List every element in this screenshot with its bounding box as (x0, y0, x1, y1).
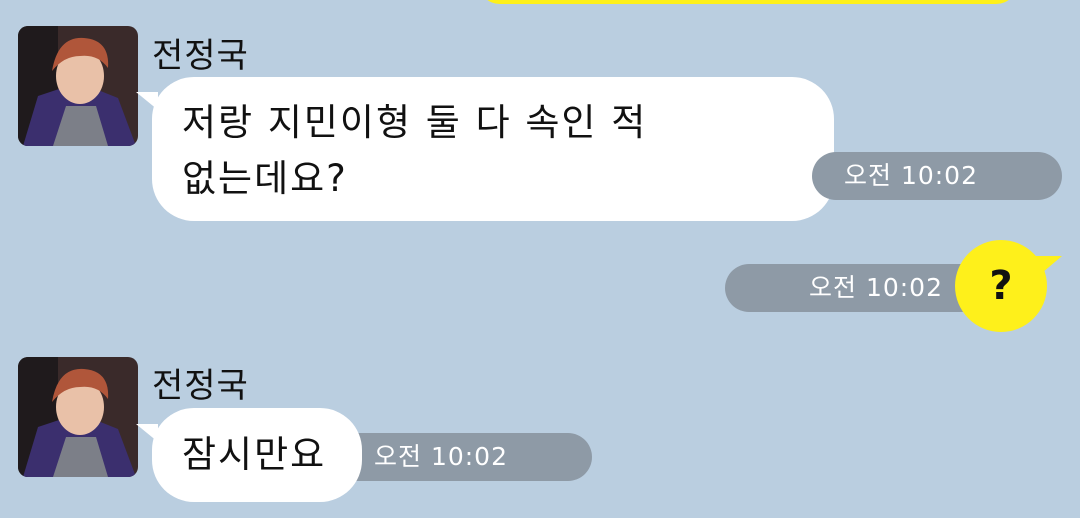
my-message-bubble[interactable]: ? (955, 240, 1047, 332)
message-timestamp: 오전 10:02 (812, 152, 1062, 200)
message-text-line: 없는데요? (182, 157, 348, 200)
message-text: 잠시만요 (182, 433, 327, 476)
message-bubble[interactable]: 잠시만요 (152, 408, 362, 502)
message-bubble[interactable]: 저랑 지민이형 둘 다 속인 적 없는데요? (152, 77, 834, 221)
message-text-line: 저랑 지민이형 둘 다 속인 적 (182, 101, 648, 144)
message-text: ? (989, 263, 1013, 309)
avatar[interactable] (18, 357, 138, 477)
message-timestamp: 오전 10:02 (330, 433, 592, 481)
avatar[interactable] (18, 26, 138, 146)
profile-photo-icon (18, 357, 138, 477)
sender-name: 전정국 (152, 36, 249, 76)
sender-name: 전정국 (152, 366, 249, 406)
previous-message-bubble[interactable] (478, 0, 1018, 4)
profile-photo-icon (18, 26, 138, 146)
